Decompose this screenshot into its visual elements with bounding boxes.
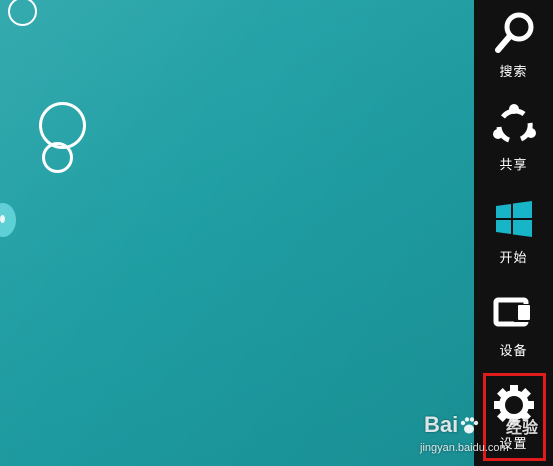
- charm-share-label: 共享: [499, 158, 528, 173]
- devices-icon: [489, 287, 539, 337]
- bubble-decoration: [42, 142, 73, 173]
- windows-logo-icon: [489, 194, 539, 244]
- search-icon: [489, 8, 539, 58]
- charm-share[interactable]: 共享: [474, 93, 553, 186]
- gear-icon: [489, 380, 539, 430]
- charms-bar: 搜索 共享 开始 设备 设置: [474, 0, 553, 466]
- charm-search-label: 搜索: [499, 65, 528, 80]
- charm-settings-label: 设置: [499, 437, 528, 452]
- share-icon: [489, 101, 539, 151]
- charm-start[interactable]: 开始: [474, 186, 553, 279]
- charm-settings[interactable]: 设置: [474, 372, 553, 465]
- charm-start-label: 开始: [499, 251, 528, 266]
- charm-devices-label: 设备: [499, 344, 528, 359]
- desktop-background: [0, 0, 474, 466]
- charm-search[interactable]: 搜索: [474, 0, 553, 93]
- charm-devices[interactable]: 设备: [474, 279, 553, 372]
